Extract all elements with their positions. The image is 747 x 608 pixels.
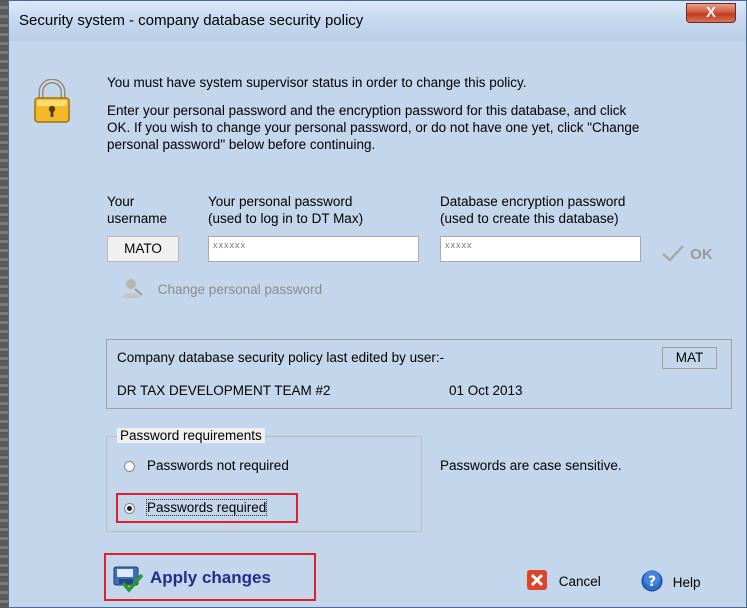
encryption-password-label: Database encryption password (used to cr… [440,194,626,226]
close-icon: X [705,4,716,21]
instructions-line-2: OK. If you wish to change your personal … [107,120,640,135]
close-button[interactable]: X [686,3,736,23]
case-sensitive-note: Passwords are case sensitive. [440,458,622,473]
encryption-password-input[interactable]: xxxxx [440,236,641,262]
radio-label: Passwords required [145,499,268,516]
svg-text:?: ? [648,574,656,590]
title-bar[interactable]: Security system - company database secur… [9,1,746,41]
username-display: MATO [107,236,179,262]
save-check-icon [113,566,144,593]
last-edited-user-code: MAT [662,347,717,369]
apply-changes-label: Apply changes [150,568,271,587]
password-requirements-legend: Password requirements [117,428,265,443]
change-password-button[interactable]: Change personal password [120,277,322,299]
radio-button[interactable] [124,503,135,514]
cancel-label: Cancel [558,574,601,589]
radio-label: Passwords not required [147,458,289,473]
help-question-icon: ? [641,570,663,592]
personal-password-input[interactable]: xxxxxx [208,236,419,262]
padlock-icon [34,79,70,123]
last-edited-label: Company database security policy last ed… [117,350,445,365]
checkmark-icon [662,245,684,262]
instructions-line-1: Enter your personal password and the enc… [107,103,627,118]
supervisor-notice: You must have system supervisor status i… [107,75,527,90]
change-password-label: Change personal password [157,282,323,297]
help-button[interactable]: ? Help [641,570,701,592]
editor-team-name: DR TAX DEVELOPMENT TEAM #2 [117,383,331,398]
edit-date: 01 Oct 2013 [449,383,523,398]
username-label: Your username [107,194,168,226]
help-label: Help [672,575,701,590]
cancel-x-icon [527,570,547,590]
apply-changes-button[interactable] [112,563,144,596]
instructions-line-3: personal password" below before continui… [107,137,376,152]
window-title: Security system - company database secur… [19,12,364,29]
ok-button[interactable]: OK [660,243,713,265]
ok-label: OK [690,246,713,263]
user-key-icon [122,279,143,298]
cancel-button[interactable]: Cancel [527,570,601,590]
radio-button[interactable] [124,461,135,472]
personal-password-label: Your personal password (used to log in t… [208,194,364,226]
